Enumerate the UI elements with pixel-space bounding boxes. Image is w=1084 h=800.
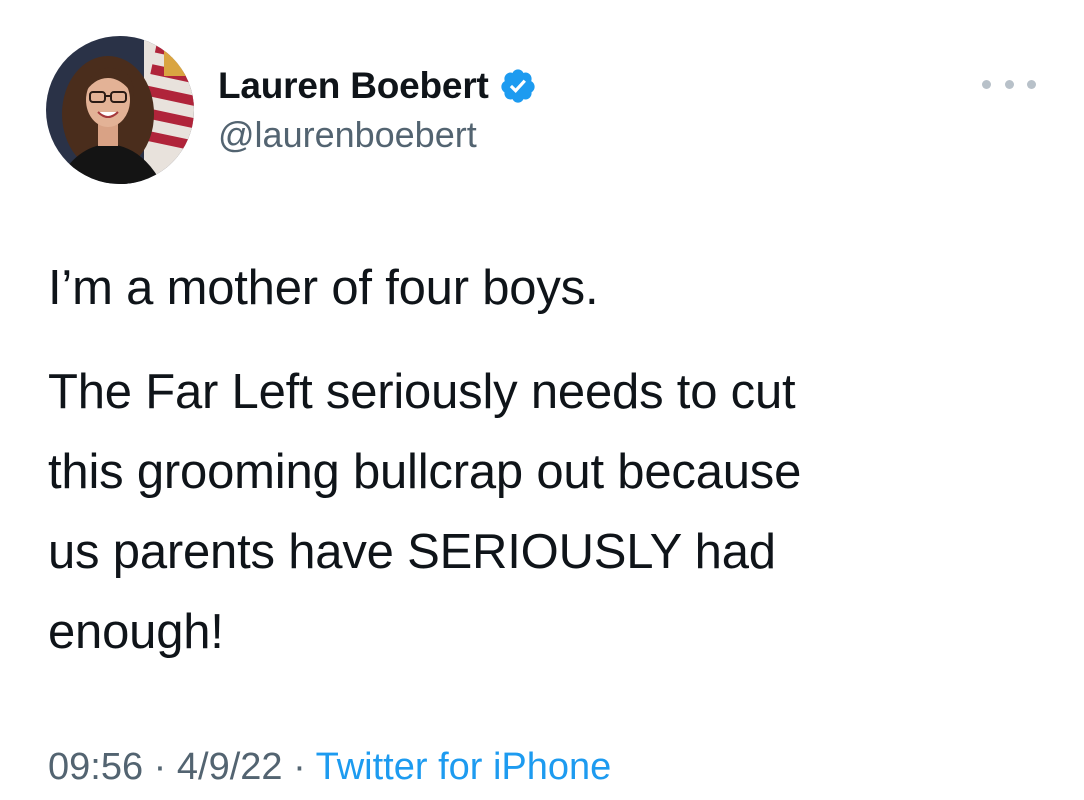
separator: ·: [153, 746, 167, 788]
handle[interactable]: @laurenboebert: [218, 114, 537, 156]
separator: ·: [293, 746, 306, 788]
tweet-text-line: us parents have SERIOUSLY had: [48, 525, 776, 579]
tweet-time[interactable]: 09:56: [48, 746, 143, 788]
tweet-text-paragraph-1: I’m a mother of four boys.: [48, 261, 599, 315]
display-name[interactable]: Lauren Boebert: [218, 65, 489, 107]
tweet-date[interactable]: 4/9/22: [177, 746, 283, 788]
author-info[interactable]: Lauren Boebert @laurenboebert: [218, 62, 537, 156]
tweet-source[interactable]: Twitter for iPhone: [316, 746, 612, 788]
avatar[interactable]: [46, 36, 194, 184]
more-horizontal-icon[interactable]: [982, 74, 1036, 94]
tweet-text-paragraph-2: The Far Left seriously needs to cut this…: [48, 352, 1038, 672]
tweet-text-line: The Far Left seriously needs to cut: [48, 365, 796, 419]
more-dot: [982, 79, 991, 89]
tweet-text-line: enough!: [48, 605, 224, 659]
avatar-photo: [46, 36, 194, 184]
more-dot: [1004, 79, 1014, 89]
more-dot: [1027, 79, 1036, 89]
tweet-text-line: this grooming bullcrap out because: [48, 445, 802, 499]
name-row: Lauren Boebert: [218, 62, 537, 110]
verified-badge-icon: [499, 67, 537, 105]
tweet-metadata: 09:56 · 4/9/22 · Twitter for iPhone: [48, 746, 611, 789]
tweet: Lauren Boebert @laurenboebert I’m a moth…: [0, 0, 1084, 800]
